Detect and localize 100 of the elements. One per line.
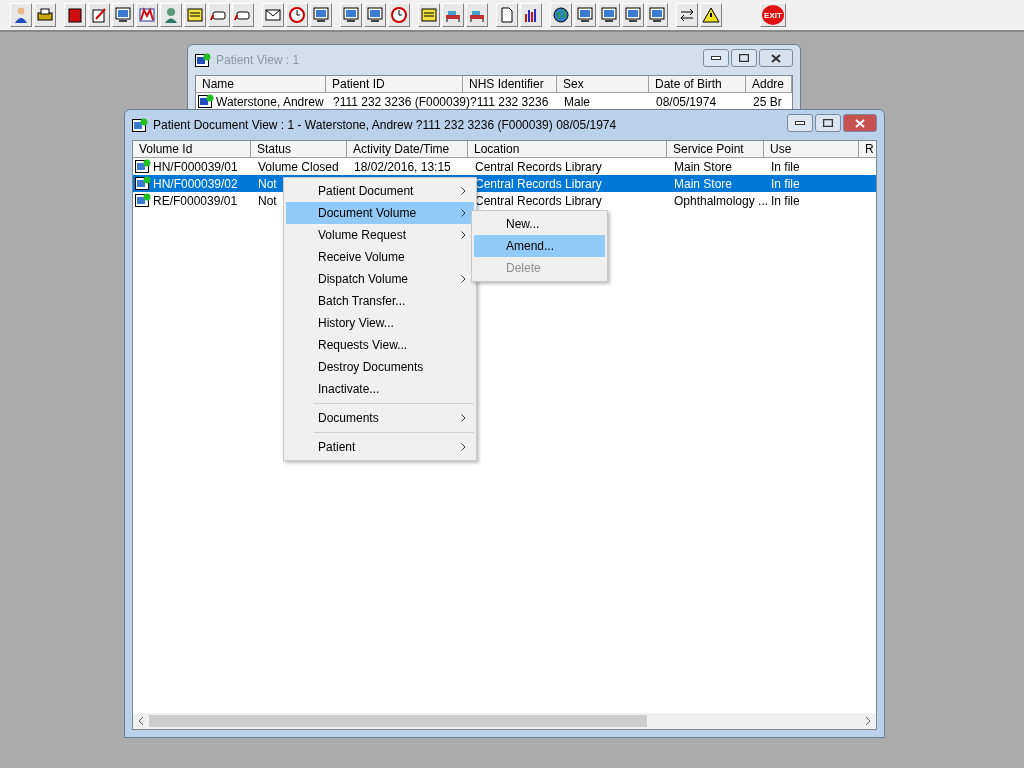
toolbar-button[interactable] [550, 3, 572, 27]
column-header[interactable]: Addre [746, 76, 792, 93]
maximize-button[interactable] [731, 49, 757, 67]
toolbar-button[interactable] [262, 3, 284, 27]
window-title: Patient View : 1 [216, 53, 301, 67]
toolbar-button[interactable] [34, 3, 56, 27]
monitor-icon [342, 6, 360, 24]
table-cell: 08/05/1974 [656, 94, 717, 109]
table-cell: HN/F000039/01 [153, 159, 238, 174]
monitor-icon [576, 6, 594, 24]
clock-icon [390, 6, 408, 24]
table-cell: Waterstone, Andrew [216, 94, 324, 109]
table-cell: Main Store [674, 159, 733, 174]
scroll-left-icon [138, 717, 144, 725]
menu-item[interactable]: New... [474, 213, 605, 235]
column-header[interactable]: Activity Date/Time [347, 141, 468, 158]
monitor-icon [114, 6, 132, 24]
column-header[interactable]: Sex [557, 76, 649, 93]
toolbar-button[interactable] [646, 3, 668, 27]
toolbar-button[interactable] [310, 3, 332, 27]
table-cell: ?111 232 3236 (F000039) [333, 94, 470, 109]
minimize-button[interactable] [787, 114, 813, 132]
minimize-icon [795, 121, 805, 125]
exit-button[interactable]: EXIT [760, 3, 786, 27]
close-icon [855, 118, 865, 128]
column-header[interactable]: Service Point [667, 141, 764, 158]
table-cell: Ophthalmology ... [674, 193, 769, 208]
horizontal-scrollbar[interactable] [133, 713, 876, 729]
toolbar-button[interactable] [598, 3, 620, 27]
table-cell: 18/02/2016, 13:15 [354, 159, 451, 174]
toolbar-button[interactable] [208, 3, 230, 27]
column-header[interactable]: R [859, 141, 876, 158]
note-icon [186, 6, 204, 24]
table-cell: In file [771, 193, 800, 208]
menu-item[interactable]: Dispatch Volume [286, 268, 474, 290]
toolbar-button[interactable] [574, 3, 596, 27]
person-icon [12, 6, 30, 24]
column-header[interactable]: Status [251, 141, 347, 158]
window-title: Patient Document View : 1 - Waterstone, Andrew ?111 232 3236 (F000039) 08/05/1974 [153, 118, 618, 132]
toolbar-button[interactable] [700, 3, 722, 27]
menu-item[interactable]: Volume Request [286, 224, 474, 246]
toolbar-button[interactable] [64, 3, 86, 27]
menu-item[interactable]: Destroy Documents [286, 356, 474, 378]
column-header[interactable]: NHS Identifier [463, 76, 557, 93]
toolbar-button[interactable] [112, 3, 134, 27]
chevron-right-icon [461, 443, 466, 451]
toolbar-button[interactable] [340, 3, 362, 27]
menu-item[interactable]: Documents [286, 400, 474, 429]
menu-item[interactable]: History View... [286, 312, 474, 334]
toolbar-button[interactable] [676, 3, 698, 27]
document-icon [498, 6, 516, 24]
chevron-right-icon [461, 275, 466, 283]
column-header[interactable]: Patient ID [326, 76, 463, 93]
table-cell: In file [771, 159, 800, 174]
toolbar-button[interactable] [520, 3, 542, 27]
toolbar-button[interactable] [10, 3, 32, 27]
arrows-icon [678, 6, 696, 24]
table-cell: Main Store [674, 176, 733, 191]
mail-icon [138, 6, 156, 24]
maximize-button[interactable] [815, 114, 841, 132]
pen-icon [90, 6, 108, 24]
warning-icon [702, 6, 720, 24]
menu-item[interactable]: Inactivate... [286, 378, 474, 400]
minimize-button[interactable] [703, 49, 729, 67]
envelope-icon [264, 6, 282, 24]
scrollbar-thumb[interactable] [149, 715, 647, 727]
table-cell: Volume Closed [258, 159, 339, 174]
menu-item[interactable]: Patient [286, 429, 474, 458]
globe-icon [552, 6, 570, 24]
column-header[interactable]: Location [468, 141, 667, 158]
column-header[interactable]: Date of Birth [649, 76, 746, 93]
monitor-icon [648, 6, 666, 24]
column-header[interactable]: Volume Id [133, 141, 251, 158]
doctor-icon [162, 6, 180, 24]
table-cell: Male [564, 94, 590, 109]
table-cell: ?111 232 3236 [470, 94, 549, 109]
minimize-icon [711, 56, 721, 60]
monitor-icon [312, 6, 330, 24]
menu-item[interactable]: Batch Transfer... [286, 290, 474, 312]
chevron-right-icon [461, 414, 466, 422]
toolbar-button[interactable] [232, 3, 254, 27]
scroll-right-icon [865, 717, 871, 725]
chevron-right-icon [461, 209, 466, 217]
close-button[interactable] [843, 114, 877, 132]
table-cell: Not [258, 193, 277, 208]
table-row[interactable]: HN/F000039/01 Volume Closed 18/02/2016, 13:15 Central Records Library Main Store In file [133, 158, 876, 175]
menu-item[interactable]: Receive Volume [286, 246, 474, 268]
table-cell: RE/F000039/01 [153, 193, 238, 208]
menu-item[interactable]: Document Volume [286, 202, 474, 224]
toolbar-button[interactable] [364, 3, 386, 27]
printer-icon [36, 6, 54, 24]
menu-item[interactable]: Requests View... [286, 334, 474, 356]
table-cell: Central Records Library [475, 159, 602, 174]
column-header[interactable]: Use [764, 141, 859, 158]
maximize-icon [739, 54, 749, 62]
menu-item[interactable]: Amend... [474, 235, 605, 257]
toolbar-button[interactable] [622, 3, 644, 27]
chevron-right-icon [461, 187, 466, 195]
close-button[interactable] [759, 49, 793, 67]
column-header[interactable]: Name [196, 76, 326, 93]
